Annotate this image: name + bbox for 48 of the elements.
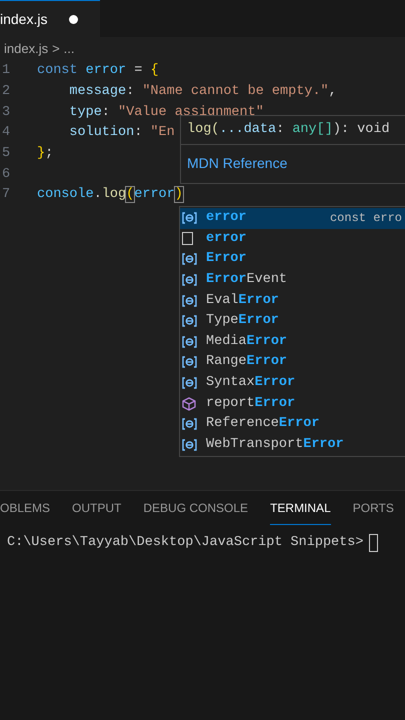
suggestion-item[interactable]: error xyxy=(180,228,405,250)
square-icon xyxy=(182,232,193,246)
suggestion-item[interactable]: TypeError xyxy=(180,310,405,332)
breadcrumb-file[interactable]: index.js xyxy=(4,39,48,59)
line-number: 6 xyxy=(1,166,12,184)
panel-tab[interactable]: TERMINAL xyxy=(270,491,331,525)
suggestion-item[interactable]: reportError xyxy=(180,393,405,414)
line-number: 3 xyxy=(1,104,12,122)
terminal-prompt: C:\Users\Tayyab\Desktop\JavaScript Snippets> xyxy=(7,534,364,552)
variable-icon xyxy=(182,212,197,224)
code-line: message: "Name cannot be empty.", xyxy=(69,82,337,101)
code-line: const error = { xyxy=(37,62,159,80)
variable-icon xyxy=(182,336,197,348)
line-number: 2 xyxy=(1,82,12,101)
variable-icon xyxy=(182,418,197,430)
line-number: 5 xyxy=(1,144,12,163)
terminal-cursor xyxy=(369,534,378,552)
line-number: 7 xyxy=(1,186,12,204)
variable-icon xyxy=(182,294,197,307)
suggestion-item[interactable]: SyntaxError xyxy=(180,372,405,394)
line-number: 4 xyxy=(1,124,12,142)
suggestion-item[interactable]: error const erro xyxy=(180,208,405,229)
code-line: }; xyxy=(37,144,54,163)
breadcrumb-separator: > xyxy=(52,40,60,58)
variable-icon xyxy=(182,315,197,328)
suggestion-item[interactable]: MediaError xyxy=(180,332,405,352)
suggestion-item[interactable]: ErrorEvent xyxy=(180,270,405,290)
panel-tab[interactable]: DEBUG CONSOLE xyxy=(143,491,248,525)
panel-tab[interactable]: PORTS xyxy=(352,491,394,525)
variable-icon xyxy=(182,253,197,266)
suggestion-item[interactable]: Error xyxy=(180,249,405,270)
variable-icon xyxy=(182,438,197,451)
suggestion-item[interactable]: RangeError xyxy=(180,352,405,373)
line-number: 1 xyxy=(1,62,12,80)
variable-icon xyxy=(182,377,197,390)
code-line: console.log(error) xyxy=(37,186,183,204)
variable-icon xyxy=(182,274,197,286)
suggestion-item[interactable]: WebTransportError xyxy=(180,434,405,456)
suggestion-item[interactable]: EvalError xyxy=(180,290,405,311)
variable-icon xyxy=(182,356,197,368)
breadcrumb-item[interactable]: ... xyxy=(64,39,75,59)
code-line: solution: "En xyxy=(69,124,175,142)
mdn-reference-link[interactable]: MDN Reference xyxy=(187,155,288,172)
suggestion-item[interactable]: ReferenceError xyxy=(180,414,405,435)
editor-tab[interactable]: index.js xyxy=(0,0,100,37)
panel-tab[interactable]: OBLEMS xyxy=(0,491,50,525)
cube-icon xyxy=(182,396,196,411)
panel-tab[interactable]: OUTPUT xyxy=(72,491,122,525)
